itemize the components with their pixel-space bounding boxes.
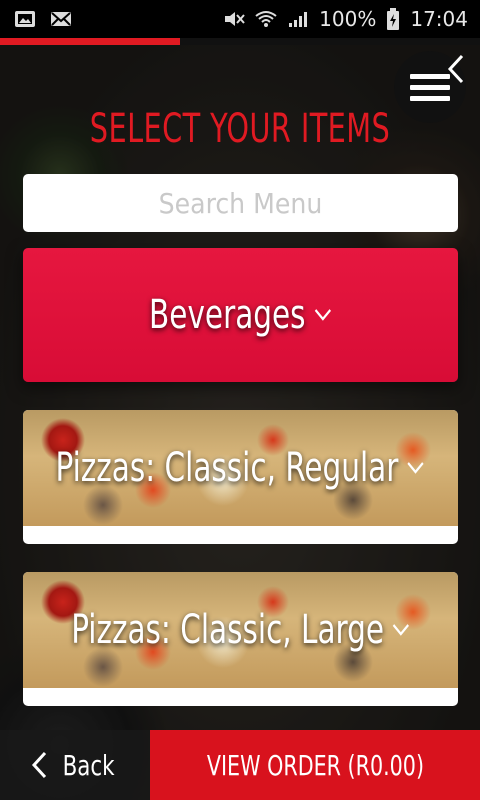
page-title: SELECT YOUR ITEMS xyxy=(89,106,391,152)
progress-bar xyxy=(0,38,480,45)
chevron-down-icon xyxy=(407,462,425,474)
category-beverages[interactable]: Beverages xyxy=(23,248,458,382)
category-pizzas-classic-large[interactable]: Pizzas: Classic, Large xyxy=(23,572,458,706)
wifi-icon xyxy=(255,11,277,27)
chevron-left-icon[interactable] xyxy=(444,52,468,86)
progress-fill xyxy=(0,38,180,45)
clock: 17:04 xyxy=(410,7,468,31)
category-pizzas-classic-regular[interactable]: Pizzas: Classic, Regular xyxy=(23,410,458,544)
battery-icon xyxy=(387,8,400,30)
category-label: Pizzas: Classic, Large xyxy=(70,607,384,653)
category-label-wrap: Beverages xyxy=(149,292,332,338)
battery-percent: 100% xyxy=(319,7,377,31)
category-label-wrap: Pizzas: Classic, Regular xyxy=(56,445,425,491)
category-label: Pizzas: Classic, Regular xyxy=(55,445,399,491)
view-order-button[interactable]: VIEW ORDER (R0.00) xyxy=(150,730,480,800)
status-bar: 100% 17:04 xyxy=(0,0,480,38)
mute-icon xyxy=(225,12,245,26)
signal-icon xyxy=(289,12,308,27)
mail-icon xyxy=(51,12,71,26)
back-label: Back xyxy=(63,748,115,782)
back-chevron-icon xyxy=(32,751,47,779)
back-button[interactable]: Back xyxy=(0,730,150,800)
image-icon xyxy=(15,11,35,27)
chevron-down-icon xyxy=(392,624,410,636)
category-label-wrap: Pizzas: Classic, Large xyxy=(71,607,410,653)
chevron-down-icon xyxy=(314,309,331,321)
footer-bar: Back VIEW ORDER (R0.00) xyxy=(0,730,480,800)
view-order-label: VIEW ORDER (R0.00) xyxy=(206,748,424,782)
category-label: Beverages xyxy=(149,292,306,338)
search-input[interactable] xyxy=(23,174,458,232)
